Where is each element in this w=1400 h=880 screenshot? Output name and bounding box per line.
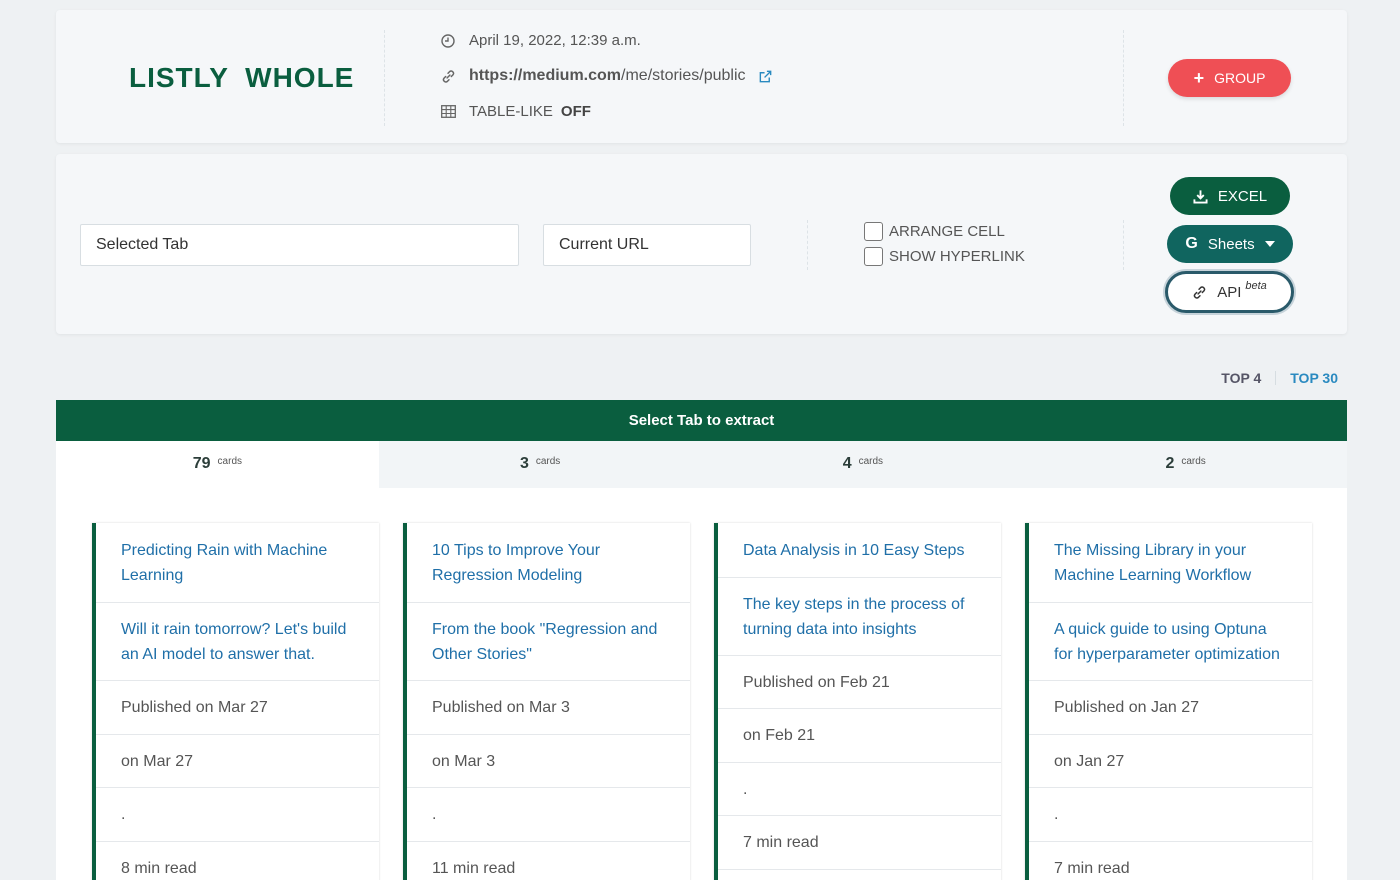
api-button[interactable]: API beta bbox=[1165, 271, 1294, 313]
result-tab-4[interactable]: 2 cards bbox=[1024, 441, 1347, 488]
top-4-tab[interactable]: TOP 4 bbox=[1221, 370, 1261, 386]
table-icon bbox=[440, 104, 456, 120]
card-read-time: 8 min read bbox=[96, 842, 379, 880]
top-n-selector: TOP 4 TOP 30 bbox=[1221, 370, 1338, 386]
card-title[interactable]: 10 Tips to Improve Your Regression Model… bbox=[407, 523, 690, 603]
app-logo: LISTLY WHOLE bbox=[129, 62, 355, 93]
result-card: The Missing Library in your Machine Lear… bbox=[1025, 523, 1312, 880]
card-published: Published on Mar 3 bbox=[407, 681, 690, 735]
header-panel: LISTLY WHOLE April 19, 2022, 12:39 a.m. … bbox=[56, 10, 1347, 143]
card-read-time: 7 min read bbox=[718, 816, 1001, 870]
sheets-button[interactable]: G Sheets bbox=[1167, 225, 1293, 263]
source-url[interactable]: https://medium.com/me/stories/public bbox=[469, 67, 746, 85]
card-read-time: 11 min read bbox=[407, 842, 690, 880]
arrange-cell-checkbox[interactable] bbox=[864, 222, 883, 241]
card-published: Published on Mar 27 bbox=[96, 681, 379, 735]
clock-icon bbox=[440, 33, 456, 49]
card-date: on Mar 27 bbox=[96, 735, 379, 788]
top-30-tab[interactable]: TOP 30 bbox=[1290, 370, 1338, 386]
card-subtitle[interactable]: The key steps in the process of turning … bbox=[718, 578, 1001, 656]
chevron-down-icon bbox=[1264, 241, 1275, 247]
divider bbox=[1123, 30, 1124, 126]
export-panel: Selected Tab Current URL ARRANGE CELL SH… bbox=[56, 154, 1347, 334]
link-icon bbox=[1192, 285, 1207, 300]
results-area: 79 cards 3 cards 4 cards 2 cards Predicting … bbox=[56, 441, 1347, 880]
card-read-time: 7 min read bbox=[1029, 842, 1312, 880]
download-icon bbox=[1193, 189, 1208, 204]
result-card: Data Analysis in 10 Easy Steps The key s… bbox=[714, 523, 1001, 880]
table-like-value[interactable]: OFF bbox=[561, 103, 591, 120]
google-icon: G bbox=[1185, 235, 1198, 252]
link-icon bbox=[440, 68, 456, 84]
result-card: 10 Tips to Improve Your Regression Model… bbox=[403, 523, 690, 880]
group-button[interactable]: + GROUP bbox=[1168, 59, 1291, 97]
select-tab-banner: Select Tab to extract bbox=[56, 400, 1347, 441]
card-published: Published on Jan 27 bbox=[1029, 681, 1312, 735]
timestamp-row: April 19, 2022, 12:39 a.m. bbox=[440, 32, 641, 49]
timestamp: April 19, 2022, 12:39 a.m. bbox=[469, 32, 641, 49]
current-url-field[interactable]: Current URL bbox=[543, 224, 751, 266]
result-tab-3[interactable]: 4 cards bbox=[701, 441, 1025, 488]
divider bbox=[1275, 371, 1277, 385]
plus-icon: + bbox=[1193, 68, 1205, 88]
card-separator: . bbox=[407, 788, 690, 842]
card-title[interactable]: Data Analysis in 10 Easy Steps bbox=[718, 523, 1001, 578]
card-published: Published on Feb 21 bbox=[718, 656, 1001, 709]
result-tab-2[interactable]: 3 cards bbox=[378, 441, 702, 488]
card-separator: . bbox=[96, 788, 379, 842]
divider bbox=[384, 30, 385, 126]
show-hyperlink-option[interactable]: SHOW HYPERLINK bbox=[864, 247, 1025, 266]
arrange-cell-option[interactable]: ARRANGE CELL bbox=[864, 222, 1005, 241]
external-link-icon[interactable] bbox=[758, 69, 773, 84]
url-row: https://medium.com/me/stories/public bbox=[440, 67, 773, 85]
card-date: on Jan 27 bbox=[1029, 735, 1312, 788]
divider bbox=[807, 220, 808, 270]
result-card: Predicting Rain with Machine Learning Wi… bbox=[92, 523, 379, 880]
card-separator: . bbox=[1029, 788, 1312, 842]
show-hyperlink-checkbox[interactable] bbox=[864, 247, 883, 266]
card-subtitle[interactable]: A quick guide to using Optuna for hyperp… bbox=[1029, 603, 1312, 681]
result-tab-1[interactable]: 79 cards bbox=[56, 441, 379, 488]
card-title[interactable]: The Missing Library in your Machine Lear… bbox=[1029, 523, 1312, 603]
selected-tab-field[interactable]: Selected Tab bbox=[80, 224, 519, 266]
beta-badge: beta bbox=[1245, 280, 1267, 292]
table-like-row: TABLE-LIKE OFF bbox=[440, 103, 591, 120]
card-date: on Mar 3 bbox=[407, 735, 690, 788]
divider bbox=[1123, 220, 1124, 270]
card-separator: . bbox=[718, 763, 1001, 816]
table-like-label: TABLE-LIKE bbox=[469, 103, 553, 120]
result-tabs: 79 cards 3 cards 4 cards 2 cards bbox=[56, 441, 1347, 488]
excel-button[interactable]: EXCEL bbox=[1170, 177, 1290, 215]
card-subtitle[interactable]: From the book "Regression and Other Stor… bbox=[407, 603, 690, 681]
card-subtitle[interactable]: Will it rain tomorrow? Let's build an AI… bbox=[96, 603, 379, 681]
card-title[interactable]: Predicting Rain with Machine Learning bbox=[96, 523, 379, 603]
card-date: on Feb 21 bbox=[718, 709, 1001, 763]
